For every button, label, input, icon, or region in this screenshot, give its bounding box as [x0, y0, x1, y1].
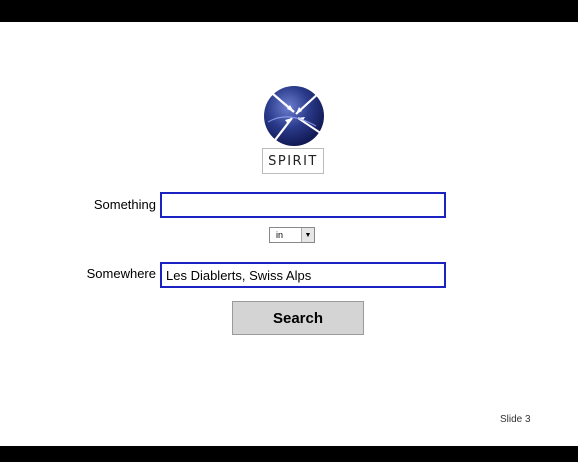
bottom-black-bar: [0, 446, 578, 462]
top-black-bar: [0, 0, 578, 22]
search-button[interactable]: Search: [232, 301, 364, 335]
spirit-logo: SPIRIT: [258, 82, 328, 178]
slide: SPIRIT Something in ▼ Somewhere Search S…: [0, 0, 578, 462]
logo-wordmark: SPIRIT: [262, 148, 324, 174]
somewhere-label: Somewhere: [86, 266, 156, 281]
globe-icon: [264, 86, 324, 146]
something-label: Something: [93, 197, 156, 212]
connector-select[interactable]: in ▼: [269, 227, 315, 243]
something-input[interactable]: [160, 192, 446, 218]
somewhere-input[interactable]: [160, 262, 446, 288]
slide-number: Slide 3: [500, 414, 531, 425]
chevron-down-icon[interactable]: ▼: [301, 228, 314, 242]
connector-select-value: in: [276, 230, 284, 240]
